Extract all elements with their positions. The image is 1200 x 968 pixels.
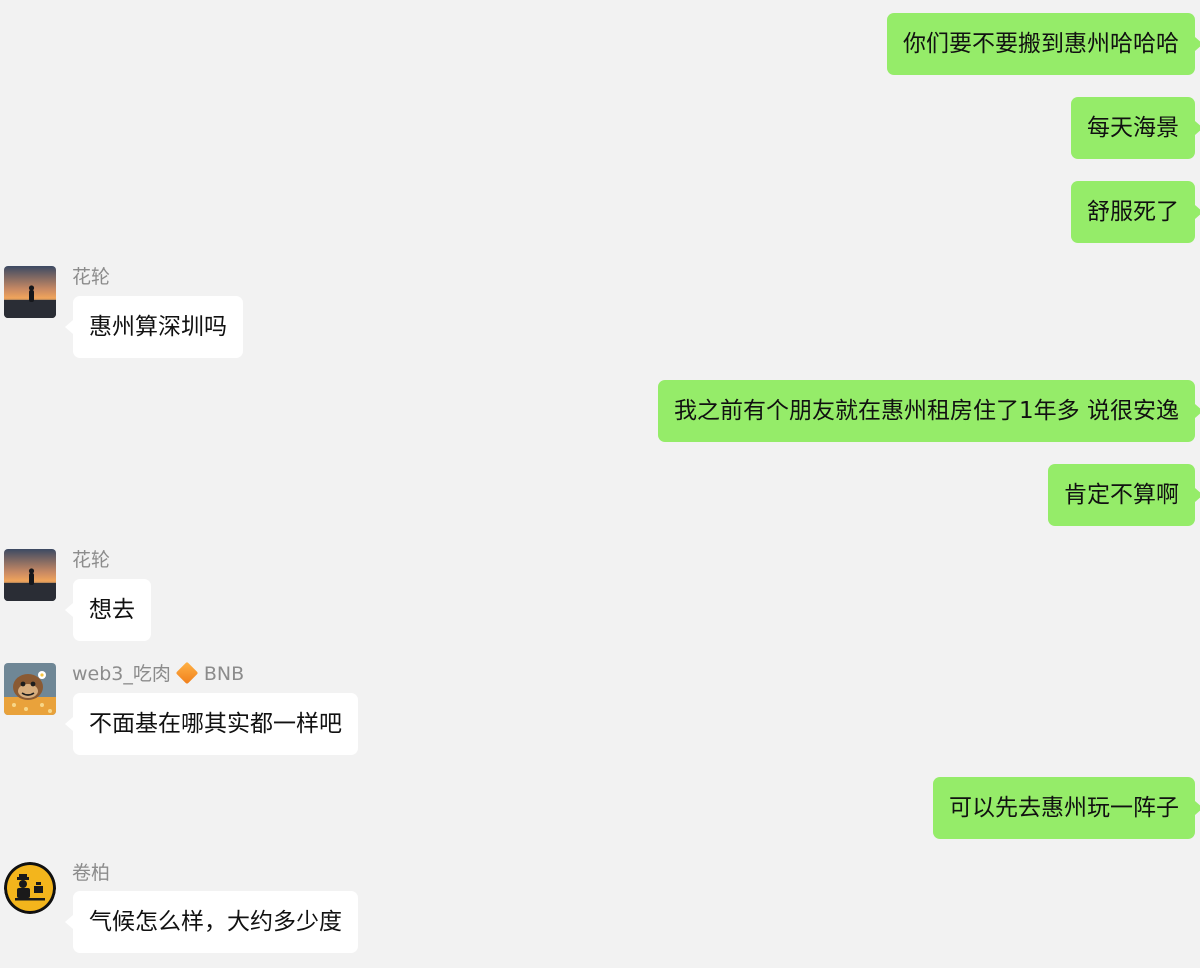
yellow-circle-avatar-image [4, 862, 56, 914]
sender-name: 卷柏 [72, 862, 111, 884]
cartoon-monkey-avatar[interactable] [4, 663, 56, 715]
sunset-avatar[interactable] [4, 549, 56, 601]
incoming-message-bubble[interactable]: 想去 [65, 579, 151, 641]
sender-name: 花轮 [72, 549, 111, 571]
outgoing-message-bubble[interactable]: 肯定不算啊 [1048, 464, 1200, 526]
incoming-message-bubble[interactable]: 气候怎么样，大约多少度 [65, 891, 358, 953]
chat-message-list[interactable]: 你们要不要搬到惠州哈哈哈 每天海景 舒服死了 花轮 惠州算深圳吗 我之前有个朋友… [0, 0, 1200, 968]
sender-name-text: web3_吃肉 [72, 663, 171, 685]
incoming-message-bubble[interactable]: 惠州算深圳吗 [65, 296, 243, 358]
outgoing-message-bubble[interactable]: 每天海景 [1071, 97, 1200, 159]
sender-name-suffix: BNB [203, 663, 245, 685]
sender-name: 花轮 [72, 266, 111, 288]
sunset-avatar-image [4, 549, 56, 601]
yellow-circle-avatar[interactable] [4, 862, 56, 914]
orange-diamond-icon [175, 661, 199, 685]
outgoing-message-bubble[interactable]: 可以先去惠州玩一阵子 [933, 777, 1200, 839]
incoming-message-bubble[interactable]: 不面基在哪其实都一样吧 [65, 693, 358, 755]
cartoon-monkey-avatar-image [4, 663, 56, 715]
sunset-avatar[interactable] [4, 266, 56, 318]
sender-name: web3_吃肉 BNB [72, 661, 244, 687]
sunset-avatar-image [4, 266, 56, 318]
outgoing-message-bubble[interactable]: 你们要不要搬到惠州哈哈哈 [887, 13, 1200, 75]
outgoing-message-bubble[interactable]: 我之前有个朋友就在惠州租房住了1年多 说很安逸 [658, 380, 1200, 442]
outgoing-message-bubble[interactable]: 舒服死了 [1071, 181, 1200, 243]
